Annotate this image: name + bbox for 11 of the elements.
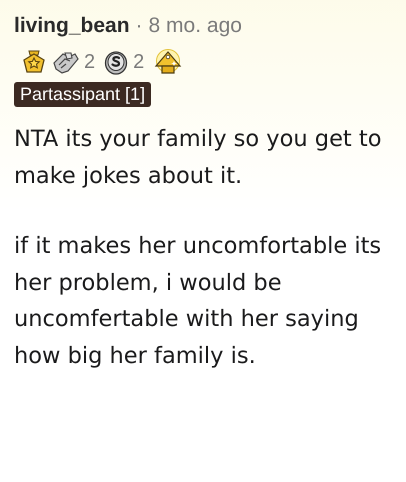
comment-paragraph: if it makes her uncomfortable its her problem, i would be uncomfertable with her saying how big her family is. xyxy=(14,232,382,370)
separator-dot: · xyxy=(136,14,143,38)
user-flair: Partassipant [1] xyxy=(14,82,152,107)
award-count: 2 xyxy=(84,50,96,74)
pyramid-icon[interactable] xyxy=(153,49,184,75)
star-medal-icon[interactable] xyxy=(22,50,46,74)
coin-icon[interactable] xyxy=(104,49,128,75)
username[interactable]: living_bean xyxy=(14,14,130,38)
timestamp: 8 mo. ago xyxy=(148,14,242,38)
award-count: 2 xyxy=(133,50,144,74)
comment-paragraph: NTA its your family so you get to make jokes about it. xyxy=(14,125,382,190)
